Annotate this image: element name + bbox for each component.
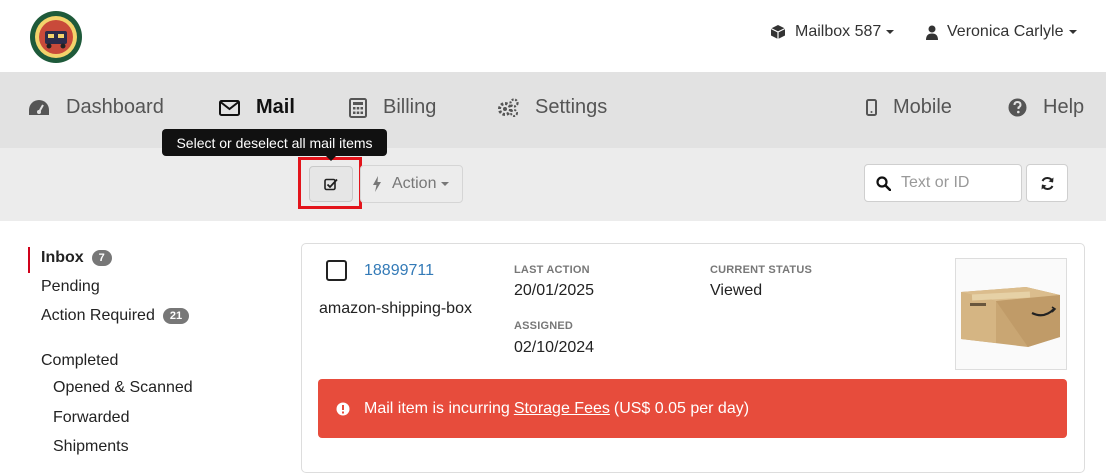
assigned-label: ASSIGNED (514, 320, 574, 332)
sidebar-item-label: Action Required (41, 307, 155, 324)
chevron-down-icon (1068, 30, 1077, 34)
nav-label: Help (1043, 96, 1085, 118)
search-box (864, 164, 1022, 202)
sidebar-item-shipments[interactable]: Shipments (53, 438, 129, 456)
cube-icon (770, 25, 786, 39)
last-action-label: LAST ACTION (514, 264, 590, 276)
action-label: Action (392, 175, 437, 192)
nav-dashboard[interactable]: Dashboard (28, 96, 164, 119)
assigned-value: 02/10/2024 (514, 339, 595, 356)
nav-label: Dashboard (66, 96, 164, 118)
nav-label: Mobile (893, 96, 952, 118)
sidebar-item-forwarded[interactable]: Forwarded (53, 409, 129, 427)
storage-fees-link[interactable]: Storage Fees (514, 400, 610, 418)
bolt-icon (373, 176, 381, 192)
gears-icon (498, 97, 519, 117)
dashboard-icon (29, 99, 49, 115)
futuramail-logo[interactable] (29, 10, 83, 64)
last-action-value: 20/01/2025 (514, 282, 595, 299)
chevron-down-icon (886, 30, 895, 34)
current-status-label: CURRENT STATUS (710, 264, 812, 276)
mail-item-id-link[interactable]: 18899711 (364, 262, 434, 280)
chevron-down-icon (441, 182, 450, 186)
package-image (961, 287, 1060, 347)
alert-suffix-text: (US$ 0.05 per day) (613, 399, 750, 417)
nav-settings[interactable]: Settings (497, 96, 607, 119)
mail-item-checkbox[interactable] (326, 260, 347, 281)
top-bar: Mailbox 587 Veronica Carlyle (0, 0, 1106, 72)
current-status-value: Viewed (710, 282, 763, 299)
mobile-icon (866, 99, 877, 116)
sidebar-active-indicator (28, 247, 30, 273)
nav-mail[interactable]: Mail (219, 96, 295, 119)
tooltip-arrow (326, 156, 336, 161)
search-input[interactable] (901, 174, 1011, 192)
nav-label: Settings (535, 96, 608, 118)
alert-prefix-text: Mail item is incurring (364, 399, 510, 417)
sidebar-item-action-required[interactable]: Action Required 21 (41, 307, 190, 325)
help-icon (1008, 98, 1027, 117)
sidebar-item-label: Opened & Scanned (53, 379, 193, 396)
inbox-count-badge: 7 (91, 250, 112, 266)
nav-help[interactable]: Help (1008, 96, 1084, 119)
sidebar-item-label: Shipments (53, 438, 129, 455)
sidebar-item-label: Inbox (41, 249, 84, 266)
mail-item-name: amazon-shipping-box (319, 300, 472, 317)
sidebar-item-label: Pending (41, 278, 100, 295)
sidebar-item-completed[interactable]: Completed (41, 352, 118, 370)
refresh-button[interactable] (1026, 164, 1068, 202)
calculator-icon (349, 97, 367, 118)
mail-item-thumbnail[interactable] (955, 258, 1067, 370)
envelope-icon (219, 99, 240, 116)
mailbox-menu[interactable]: Mailbox 587 (770, 23, 895, 41)
nav-label: Mail (256, 96, 295, 118)
user-name: Veronica Carlyle (947, 23, 1064, 40)
exclamation-circle-icon (336, 402, 350, 415)
action-required-count-badge: 21 (162, 308, 190, 324)
sidebar-item-label: Completed (41, 352, 119, 369)
user-menu[interactable]: Veronica Carlyle (926, 23, 1077, 41)
select-all-tooltip: Select or deselect all mail items (162, 129, 387, 156)
nav-label: Billing (383, 96, 437, 118)
nav-mobile[interactable]: Mobile (866, 96, 952, 119)
refresh-icon (1041, 176, 1053, 190)
mailbox-label: Mailbox 587 (795, 23, 882, 40)
sidebar-item-pending[interactable]: Pending (41, 278, 100, 296)
sidebar-item-inbox[interactable]: Inbox 7 (41, 249, 112, 267)
sidebar-item-label: Forwarded (53, 409, 130, 426)
nav-billing[interactable]: Billing (349, 96, 436, 119)
action-dropdown-button[interactable]: Action (360, 165, 463, 203)
sidebar-item-opened-scanned[interactable]: Opened & Scanned (53, 379, 193, 397)
user-icon (926, 25, 938, 40)
storage-fee-alert: Mail item is incurring Storage Fees (US$… (318, 379, 1067, 438)
highlight-box (298, 157, 362, 209)
search-icon (876, 175, 891, 191)
